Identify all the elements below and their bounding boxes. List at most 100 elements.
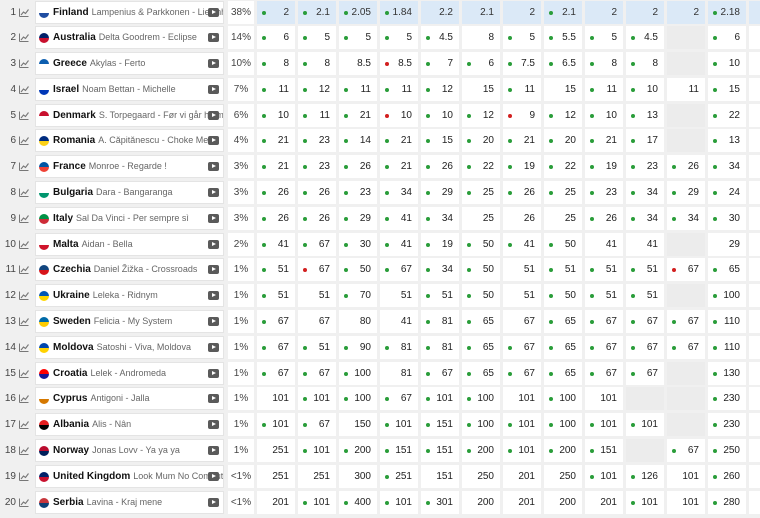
odds-cell[interactable]: 22 [544,155,582,178]
odds-cell[interactable]: 150 [339,413,377,436]
video-play-icon[interactable] [208,394,219,403]
odds-cell[interactable]: 11 [298,104,336,127]
odds-cell[interactable]: 30 [749,181,760,204]
video-play-icon[interactable] [208,420,219,429]
odds-cell[interactable]: 301 [421,491,459,514]
odds-cell[interactable]: 46 [749,155,760,178]
odds-cell[interactable]: 65 [544,310,582,333]
odds-cell[interactable]: 140 [749,362,760,385]
trend-chart-icon[interactable] [19,8,29,17]
video-play-icon[interactable] [208,291,219,300]
odds-cell[interactable]: 80 [339,310,377,333]
trend-chart-icon[interactable] [19,111,29,120]
odds-cell[interactable]: 201 [585,491,623,514]
odds-cell[interactable]: 8 [585,52,623,75]
odds-cell[interactable]: 21 [585,129,623,152]
odds-cell[interactable]: 70 [339,284,377,307]
odds-cell[interactable]: 101 [667,465,705,488]
odds-cell[interactable]: 21 [380,129,418,152]
trend-chart-icon[interactable] [19,188,29,197]
odds-cell[interactable]: 50 [544,284,582,307]
odds-cell[interactable]: 100 [544,387,582,410]
odds-cell[interactable]: 51 [257,258,295,281]
country-cell[interactable]: Greece Akylas - Ferto [35,52,224,75]
odds-cell[interactable]: 67 [503,362,541,385]
country-cell[interactable]: Israel Noam Bettan - Michelle [35,78,224,101]
odds-cell[interactable]: 630 [749,465,760,488]
video-play-icon[interactable] [208,472,219,481]
odds-cell[interactable]: 41 [380,310,418,333]
odds-cell[interactable]: 67 [667,439,705,462]
odds-cell[interactable]: 41 [503,233,541,256]
odds-cell[interactable]: 67 [667,310,705,333]
odds-cell[interactable]: 101 [257,413,295,436]
odds-cell[interactable]: 10 [708,52,746,75]
odds-cell[interactable]: 67 [503,336,541,359]
trend-chart-icon[interactable] [19,472,29,481]
odds-cell[interactable]: 65 [462,336,500,359]
odds-cell[interactable]: 6 [257,26,295,49]
odds-cell[interactable]: 67 [626,310,664,333]
odds-cell[interactable]: 67 [298,233,336,256]
odds-cell[interactable]: 29 [421,181,459,204]
odds-cell[interactable]: 2 [503,1,541,24]
video-play-icon[interactable] [208,188,219,197]
odds-cell[interactable]: 67 [626,336,664,359]
odds-cell[interactable]: 101 [298,439,336,462]
odds-cell[interactable]: 260 [708,465,746,488]
odds-cell[interactable]: 81 [380,362,418,385]
trend-chart-icon[interactable] [19,33,29,42]
odds-cell[interactable]: 10 [626,78,664,101]
odds-cell[interactable]: 201 [503,491,541,514]
trend-chart-icon[interactable] [19,214,29,223]
odds-cell[interactable]: 67 [298,362,336,385]
video-play-icon[interactable] [208,8,219,17]
odds-cell[interactable]: 65 [544,362,582,385]
country-cell[interactable]: Ukraine Leleka - Ridnym [35,284,224,307]
odds-cell[interactable]: 15 [708,78,746,101]
odds-cell[interactable]: 200 [462,491,500,514]
odds-cell[interactable]: 65 [544,336,582,359]
odds-cell[interactable]: 29 [339,207,377,230]
odds-cell[interactable]: 8 [257,52,295,75]
trend-chart-icon[interactable] [19,85,29,94]
odds-cell[interactable]: 12 [462,104,500,127]
odds-cell[interactable]: 67 [298,258,336,281]
odds-cell[interactable]: 29 [667,181,705,204]
odds-cell[interactable]: 22 [708,104,746,127]
odds-cell[interactable]: 130 [708,362,746,385]
odds-cell[interactable]: 201 [503,465,541,488]
odds-cell[interactable]: 67 [585,336,623,359]
odds-cell[interactable]: 5 [380,26,418,49]
odds-cell[interactable]: 11 [667,78,705,101]
odds-cell[interactable]: 200 [544,491,582,514]
odds-cell[interactable]: 67 [380,387,418,410]
odds-cell[interactable]: 230 [708,387,746,410]
odds-cell[interactable]: 67 [257,310,295,333]
country-cell[interactable]: Australia Delta Goodrem - Eclipse [35,26,224,49]
odds-cell[interactable]: 51 [585,258,623,281]
trend-chart-icon[interactable] [19,291,29,300]
odds-cell[interactable]: 51 [380,284,418,307]
odds-cell[interactable]: 51 [503,284,541,307]
odds-cell[interactable]: 21 [339,104,377,127]
odds-cell[interactable]: 251 [380,465,418,488]
odds-cell[interactable]: 110 [749,284,760,307]
odds-cell[interactable]: 17 [626,129,664,152]
odds-cell[interactable]: 140 [749,310,760,333]
odds-cell[interactable]: 67 [257,362,295,385]
odds-cell[interactable]: 26 [503,181,541,204]
odds-cell[interactable]: 51 [626,258,664,281]
video-play-icon[interactable] [208,111,219,120]
odds-cell[interactable]: 8 [462,26,500,49]
odds-cell[interactable]: 19 [585,155,623,178]
odds-cell[interactable]: 200 [544,439,582,462]
odds-cell[interactable]: 12 [298,78,336,101]
odds-cell[interactable]: 26 [503,207,541,230]
odds-cell[interactable]: 12 [544,104,582,127]
odds-cell[interactable]: 65 [708,258,746,281]
odds-cell[interactable]: 5.5 [544,26,582,49]
odds-cell[interactable]: 5 [585,26,623,49]
odds-cell[interactable]: 21 [503,129,541,152]
odds-cell[interactable]: 26 [421,155,459,178]
